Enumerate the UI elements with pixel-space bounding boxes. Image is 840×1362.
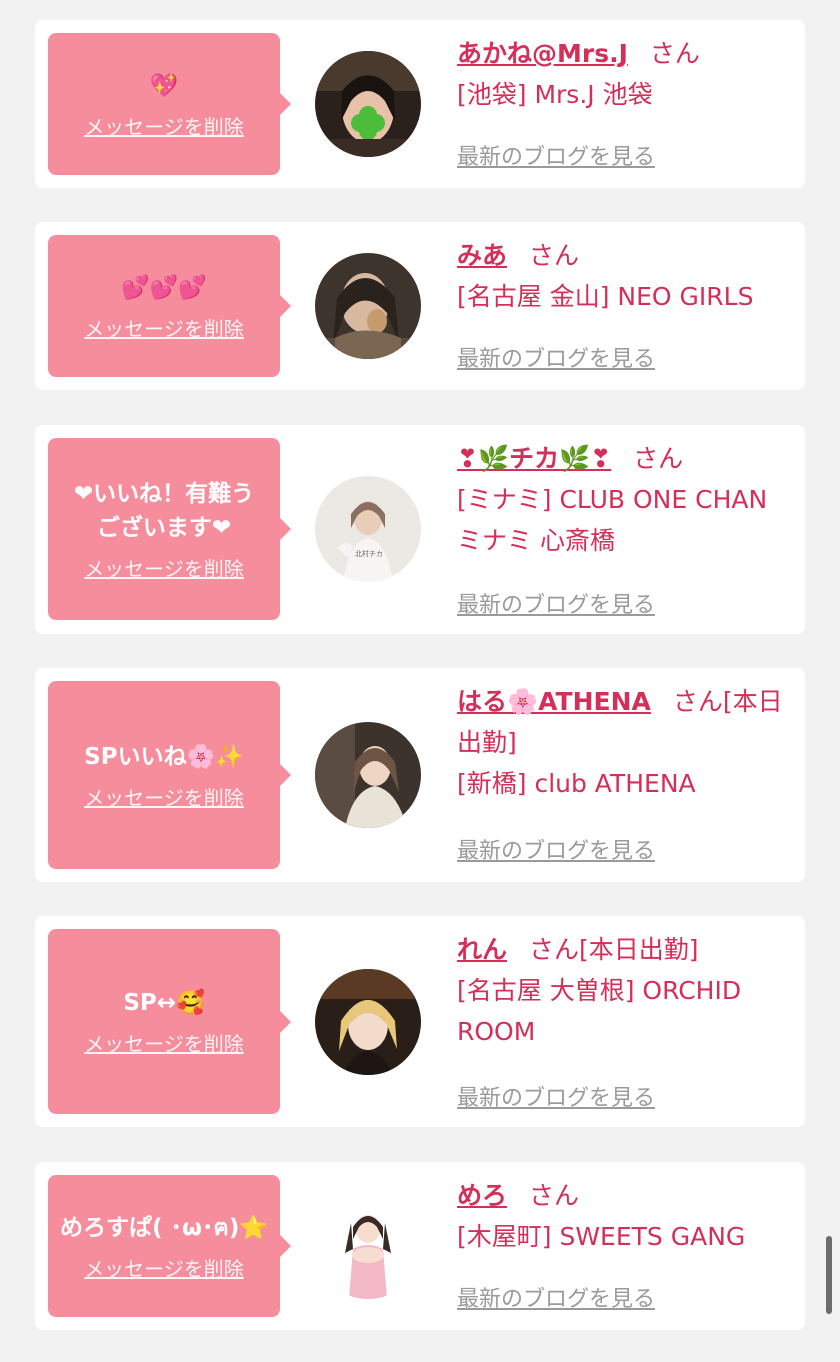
shop-text: [池袋] Mrs.J 池袋	[457, 80, 653, 109]
svg-text:北村チカ: 北村チカ	[355, 549, 383, 558]
message-text: 💖	[149, 72, 179, 99]
message-text: SP↔🥰	[123, 990, 205, 1016]
name-line: めろ さん	[457, 1175, 795, 1216]
avatar[interactable]	[315, 722, 421, 828]
message-bubble: SPいいね🌸✨ メッセージを削除	[48, 681, 291, 869]
shop-text: [ミナミ] CLUB ONE CHAN ミナミ 心斎橋	[457, 485, 768, 555]
message-card: 💖 メッセージを削除 あかね@Mrs.J さん [池袋] Mrs.J 池袋 最新の…	[35, 20, 805, 188]
blog-link[interactable]: 最新のブログを見る	[457, 587, 655, 619]
message-text: ❤いいね！有難うございます❤	[73, 480, 255, 541]
girl-name-link[interactable]: めろ	[457, 1181, 507, 1210]
name-line: はる🌸ATHENA さん[本日出勤]	[457, 681, 795, 763]
avatar[interactable]	[315, 969, 421, 1075]
avatar[interactable]	[315, 51, 421, 157]
girl-info: あかね@Mrs.J さん [池袋] Mrs.J 池袋 最新のブログを見る	[457, 33, 795, 170]
shop-text: [新橋] club ATHENA	[457, 769, 696, 798]
girl-name-link[interactable]: れん	[457, 935, 507, 964]
delete-message-link[interactable]: メッセージを削除	[84, 1028, 244, 1057]
message-bubble: 💕💕💕 メッセージを削除	[48, 235, 291, 377]
name-line: ❣🌿チカ🌿❣ さん	[457, 438, 795, 479]
honorific: さん	[529, 935, 580, 964]
girl-name-link[interactable]: あかね@Mrs.J	[457, 39, 628, 68]
girl-info: みあ さん [名古屋 金山] NEO GIRLS 最新のブログを見る	[457, 235, 795, 372]
message-card: SP↔🥰 メッセージを削除 れん さん[本日出勤] [名古屋 大曽根] ORCHI…	[35, 916, 805, 1127]
name-line: みあ さん	[457, 235, 795, 276]
honorific: さん	[649, 39, 700, 68]
message-bubble: ❤いいね！有難うございます❤ メッセージを削除	[48, 438, 291, 620]
message-text: めろすぱ( ･ω･ฅ)⭐	[59, 1214, 269, 1241]
avatar[interactable]	[315, 253, 421, 359]
status-text: [本日出勤]	[579, 935, 699, 964]
name-line: れん さん[本日出勤]	[457, 929, 795, 970]
girl-info: めろ さん [木屋町] SWEETS GANG 最新のブログを見る	[457, 1175, 795, 1312]
message-text: SPいいね🌸✨	[84, 743, 244, 770]
blog-link[interactable]: 最新のブログを見る	[457, 341, 655, 373]
girl-info: れん さん[本日出勤] [名古屋 大曽根] ORCHID ROOM 最新のブログを…	[457, 929, 795, 1111]
honorific: さん	[529, 1181, 580, 1210]
blog-link[interactable]: 最新のブログを見る	[457, 139, 655, 171]
avatar[interactable]	[315, 1193, 421, 1299]
message-card: ❤いいね！有難うございます❤ メッセージを削除 北村チカ ❣🌿チカ🌿❣ さん [ミ…	[35, 425, 805, 634]
girl-info: ❣🌿チカ🌿❣ さん [ミナミ] CLUB ONE CHAN ミナミ 心斎橋 最新の…	[457, 438, 795, 618]
girl-name-link[interactable]: ❣🌿チカ🌿❣	[457, 444, 611, 473]
delete-message-link[interactable]: メッセージを削除	[84, 553, 244, 582]
message-bubble: 💖 メッセージを削除	[48, 33, 291, 175]
message-card: SPいいね🌸✨ メッセージを削除 はる🌸ATHENA さん[本日出勤] [新橋] …	[35, 668, 805, 882]
delete-message-link[interactable]: メッセージを削除	[84, 111, 244, 140]
girl-name-link[interactable]: はる🌸ATHENA	[457, 687, 651, 716]
honorific: さん	[633, 444, 684, 473]
message-text: 💕💕💕	[121, 274, 207, 301]
delete-message-link[interactable]: メッセージを削除	[84, 1253, 244, 1282]
avatar[interactable]: 北村チカ	[315, 476, 421, 582]
delete-message-link[interactable]: メッセージを削除	[84, 313, 244, 342]
girl-name-link[interactable]: みあ	[457, 241, 507, 270]
honorific: さん	[672, 687, 723, 716]
message-card: 💕💕💕 メッセージを削除 みあ さん [名古屋 金山] NEO GIRLS 最新の…	[35, 222, 805, 390]
blog-link[interactable]: 最新のブログを見る	[457, 1080, 655, 1112]
honorific: さん	[529, 241, 580, 270]
scrollbar[interactable]	[826, 1236, 832, 1314]
shop-text: [木屋町] SWEETS GANG	[457, 1222, 746, 1251]
blog-link[interactable]: 最新のブログを見る	[457, 833, 655, 865]
message-bubble: SP↔🥰 メッセージを削除	[48, 929, 291, 1114]
shop-text: [名古屋 大曽根] ORCHID ROOM	[457, 976, 742, 1046]
blog-link[interactable]: 最新のブログを見る	[457, 1281, 655, 1313]
name-line: あかね@Mrs.J さん	[457, 33, 795, 74]
message-card: めろすぱ( ･ω･ฅ)⭐ メッセージを削除 めろ さん [木屋町] SWEETS …	[35, 1162, 805, 1330]
girl-info: はる🌸ATHENA さん[本日出勤] [新橋] club ATHENA 最新のブロ…	[457, 681, 795, 864]
message-bubble: めろすぱ( ･ω･ฅ)⭐ メッセージを削除	[48, 1175, 291, 1317]
shop-text: [名古屋 金山] NEO GIRLS	[457, 282, 754, 311]
delete-message-link[interactable]: メッセージを削除	[84, 782, 244, 811]
